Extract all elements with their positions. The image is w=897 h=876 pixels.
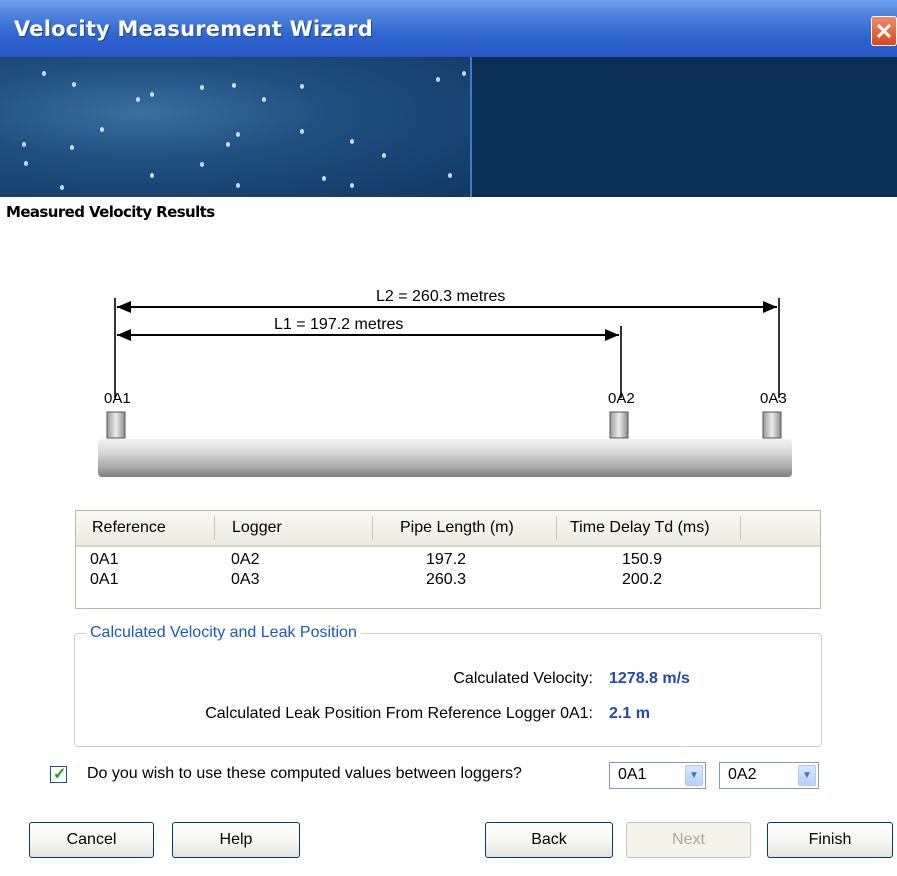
logger-b-select[interactable]: 0A2 ▼ <box>719 762 819 789</box>
l2-label: L2 = 260.3 metres <box>376 288 506 305</box>
cell-time-delay: 150.9 <box>622 551 663 568</box>
logger-label: 0A2 <box>608 390 635 407</box>
title-bar: Velocity Measurement Wizard ✕ <box>0 0 897 58</box>
logger-sensor <box>106 411 126 439</box>
cell-pipe-length: 260.3 <box>426 571 467 588</box>
finish-button[interactable]: Finish <box>767 822 893 858</box>
column-header-logger[interactable]: Logger <box>232 519 282 537</box>
banner-water-image <box>0 57 472 197</box>
wizard-banner-image <box>0 57 897 197</box>
next-button[interactable]: Next <box>626 822 751 858</box>
calculated-group-label: Calculated Velocity and Leak Position <box>86 624 361 642</box>
table-header: Reference Logger Pipe Length (m) Time De… <box>76 511 820 547</box>
cell-time-delay: 200.2 <box>622 571 663 588</box>
column-header-pipe-length[interactable]: Pipe Length (m) <box>400 519 514 537</box>
logger-a-select[interactable]: 0A1 ▼ <box>609 762 706 789</box>
close-button[interactable]: ✕ <box>871 16 897 46</box>
pipe <box>98 439 792 477</box>
chevron-down-icon[interactable]: ▼ <box>798 765 816 786</box>
close-icon: ✕ <box>874 19 894 44</box>
pipe-diagram-graphic <box>98 298 792 477</box>
l1-label: L1 = 197.2 metres <box>274 316 404 333</box>
use-values-checkbox[interactable]: ✓ <box>50 766 67 783</box>
cell-logger: 0A2 <box>231 551 260 568</box>
results-table[interactable]: Reference Logger Pipe Length (m) Time De… <box>75 510 821 609</box>
chevron-down-icon[interactable]: ▼ <box>685 765 703 786</box>
cell-reference: 0A1 <box>90 551 119 568</box>
cell-pipe-length: 197.2 <box>426 551 467 568</box>
leak-position-value: 2.1 m <box>609 705 650 722</box>
logger-sensor <box>762 411 782 439</box>
logger-label: 0A1 <box>104 390 131 407</box>
checkmark-icon: ✓ <box>53 766 67 783</box>
logger-sensor <box>609 411 629 439</box>
section-heading: Measured Velocity Results <box>6 203 215 221</box>
cell-reference: 0A1 <box>90 571 119 588</box>
help-button[interactable]: Help <box>172 822 300 858</box>
logger-label: 0A3 <box>760 390 787 407</box>
pipe-diagram: L2 = 260.3 metres L1 = 197.2 metres 0A1 … <box>0 230 897 490</box>
cancel-button[interactable]: Cancel <box>29 822 154 858</box>
column-header-time-delay[interactable]: Time Delay Td (ms) <box>570 519 710 537</box>
logger-b-value: 0A2 <box>728 766 757 783</box>
velocity-value: 1278.8 m/s <box>609 670 690 687</box>
logger-a-value: 0A1 <box>618 766 647 783</box>
use-values-label: Do you wish to use these computed values… <box>87 765 522 782</box>
column-header-reference[interactable]: Reference <box>92 519 166 537</box>
velocity-label: Calculated Velocity: <box>453 670 593 687</box>
calculated-group-box <box>74 633 822 747</box>
window-title: Velocity Measurement Wizard <box>14 17 373 41</box>
cell-logger: 0A3 <box>231 571 260 588</box>
back-button[interactable]: Back <box>485 822 613 858</box>
leak-position-label: Calculated Leak Position From Reference … <box>205 705 593 722</box>
